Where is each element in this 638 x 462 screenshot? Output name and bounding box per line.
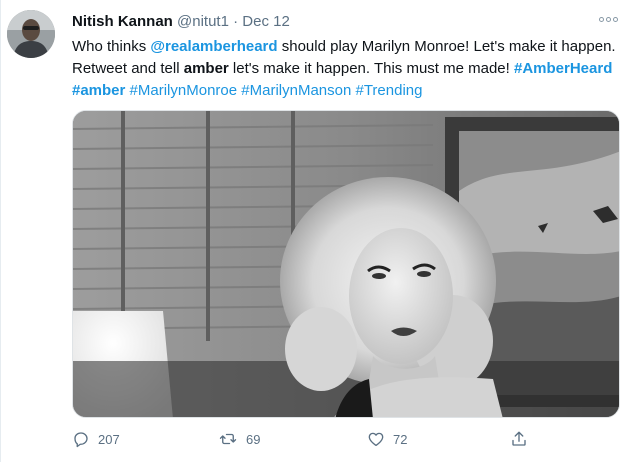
like-button[interactable]: 72 xyxy=(367,428,407,450)
tweet-media[interactable] xyxy=(72,110,620,418)
hashtag-link[interactable]: #MarilynMonroe xyxy=(130,82,238,99)
author-name[interactable]: Nitish Kannan xyxy=(72,13,173,30)
bold-word: amber xyxy=(183,60,229,77)
avatar[interactable] xyxy=(7,10,55,58)
retweet-icon xyxy=(219,433,237,445)
separator-dot: · xyxy=(233,13,239,30)
retweet-button[interactable]: 69 xyxy=(218,428,260,450)
hashtag-link[interactable]: #AmberHeard xyxy=(514,60,612,77)
tweet-actions: 207 69 72 xyxy=(72,428,542,450)
hashtag-link[interactable]: #Trending xyxy=(355,82,422,99)
hashtag-link[interactable]: #MarilynManson xyxy=(241,82,351,99)
mention-link[interactable]: @realamberheard xyxy=(150,38,277,55)
retweet-count: 69 xyxy=(246,431,261,447)
author-handle[interactable]: @nitut1 xyxy=(177,13,229,30)
like-count: 72 xyxy=(393,431,408,447)
heart-icon xyxy=(368,432,384,447)
tweet-date[interactable]: Dec 12 xyxy=(242,13,290,30)
hashtag-link[interactable]: #amber xyxy=(72,82,125,99)
text-segment: let's make it happen. This must me made! xyxy=(228,60,514,77)
more-options-icon[interactable] xyxy=(596,10,620,28)
share-icon xyxy=(512,431,526,446)
profile-photo-icon xyxy=(7,10,55,58)
tweet-card[interactable]: Nitish Kannan @nitut1 · Dec 12 Who think… xyxy=(0,0,638,462)
share-button[interactable] xyxy=(510,428,528,450)
reply-button[interactable]: 207 xyxy=(72,428,120,450)
reply-count: 207 xyxy=(98,431,120,447)
photo-of-woman-icon xyxy=(73,111,619,417)
tweet-text: Who thinks @realamberheard should play M… xyxy=(72,36,622,102)
text-segment: Who thinks xyxy=(72,38,151,55)
tweet-header: Nitish Kannan @nitut1 · Dec 12 xyxy=(72,12,290,32)
reply-icon xyxy=(74,432,88,448)
